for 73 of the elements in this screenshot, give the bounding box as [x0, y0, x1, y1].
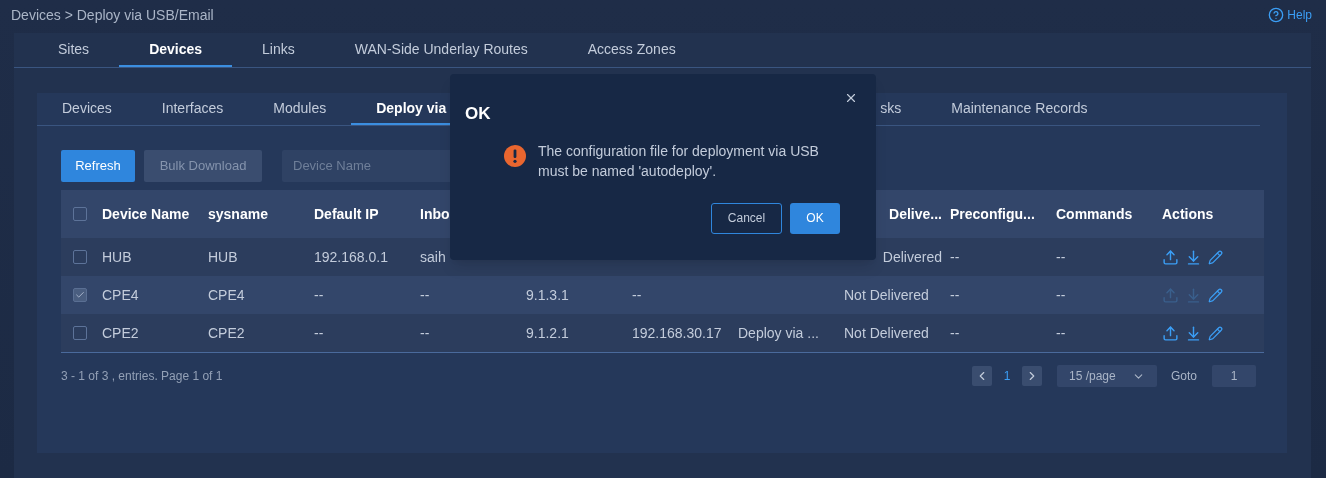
table-cell-text: -- [1056, 285, 1066, 305]
table-cell-text: -- [950, 323, 960, 343]
table-cell-text: HUB [208, 247, 238, 267]
column-header: Actions [1162, 204, 1214, 224]
warning-icon [504, 144, 526, 167]
pagination-summary: 3 - 1 of 3 , entries. Page 1 of 1 [61, 368, 223, 385]
checkbox[interactable] [73, 207, 87, 221]
page-size-select[interactable]: 15 /page [1057, 365, 1157, 387]
table-cell-text: -- [950, 247, 960, 267]
tab[interactable]: Access Zones [557, 33, 706, 67]
table-cell-text: -- [1056, 323, 1066, 343]
column-header: Default IP [314, 204, 379, 224]
upload-icon[interactable] [1162, 248, 1179, 266]
tab[interactable]: Interfaces [136, 93, 249, 125]
table-cell-text: -- [314, 323, 324, 343]
table-cell-text: Delivered [882, 247, 942, 267]
column-header: Device Name [102, 204, 190, 224]
refresh-button[interactable]: Refresh [61, 150, 135, 182]
help-icon [1268, 7, 1285, 23]
table-cell-text: CPE4 [208, 285, 245, 305]
table-cell-text: CPE2 [208, 323, 245, 343]
help-link[interactable]: Help [1268, 6, 1312, 24]
download-icon[interactable] [1185, 324, 1202, 342]
column-header: Inbo [420, 204, 450, 224]
upload-icon[interactable] [1162, 324, 1179, 342]
page-number[interactable]: 1 [992, 367, 1022, 385]
tab[interactable]: sks [855, 93, 927, 125]
ok-button[interactable]: OK [790, 202, 840, 234]
table-cell-text: CPE4 [102, 285, 139, 305]
check-icon [75, 290, 85, 300]
checkbox[interactable] [73, 250, 87, 264]
table-cell-text: 9.1.3.1 [526, 285, 569, 305]
table-row[interactable]: CPE4 CPE4 -- -- 9.1.3.1 -- Not Delivered -- -- [61, 276, 1264, 314]
previous-page-button[interactable] [972, 366, 992, 386]
column-header: Delive... [889, 204, 942, 224]
table-cell-text: -- [314, 285, 324, 305]
tab[interactable]: Maintenance Records [926, 93, 1113, 125]
download-icon[interactable] [1185, 248, 1202, 266]
edit-icon[interactable] [1208, 249, 1223, 265]
table-cell-text: -- [1056, 247, 1066, 267]
table-cell-text: -- [420, 285, 430, 305]
table-cell-text: 9.1.2.1 [526, 323, 569, 343]
tab[interactable]: Modules [248, 93, 352, 125]
table-cell-text: HUB [102, 247, 132, 267]
tab[interactable]: Links [232, 33, 325, 67]
table-cell-text: saih [420, 247, 446, 267]
breadcrumb: Devices > Deploy via USB/Email [11, 5, 214, 25]
checkbox[interactable] [73, 326, 87, 340]
edit-icon[interactable] [1208, 325, 1223, 341]
goto-field[interactable]: 1 [1212, 365, 1256, 387]
table-cell-text: Not Delivered [844, 323, 929, 343]
table-cell-text: -- [950, 285, 960, 305]
tab[interactable]: Sites [28, 33, 120, 67]
table-cell-text: -- [420, 323, 430, 343]
goto-label: Goto [1171, 368, 1197, 385]
tab[interactable]: Devices [119, 33, 233, 67]
table-row[interactable]: CPE2 CPE2 -- -- 9.1.2.1 192.168.30.17 Deploy via ... Not Delivered -- -- [61, 314, 1264, 352]
table-cell-text: CPE2 [102, 323, 139, 343]
table-cell-text: -- [632, 285, 642, 305]
table-cell-text: 192.168.0.1 [314, 247, 388, 267]
cancel-button[interactable]: Cancel [711, 202, 782, 234]
table-cell-text: 192.168.30.17 [632, 323, 722, 343]
close-icon[interactable] [844, 91, 858, 105]
edit-icon[interactable] [1208, 287, 1223, 303]
table-cell-text: Deploy via ... [738, 323, 819, 343]
table-cell-text: Not Delivered [844, 285, 929, 305]
tab[interactable]: Devices [37, 93, 137, 125]
next-page-button[interactable] [1022, 366, 1042, 386]
column-header: sysname [208, 204, 268, 224]
column-header: Commands [1056, 204, 1133, 224]
tab[interactable]: WAN-Side Underlay Routes [324, 33, 558, 67]
checkbox[interactable] [73, 288, 87, 302]
column-header: Preconfigu... [950, 204, 1035, 224]
